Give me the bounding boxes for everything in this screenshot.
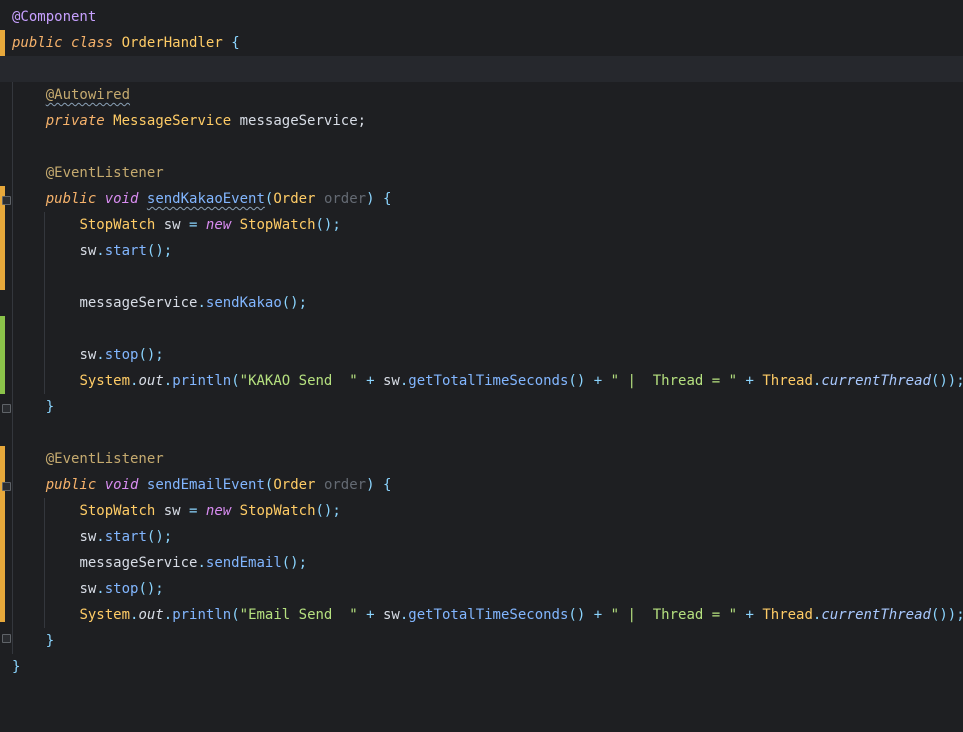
method-call: println — [172, 607, 232, 623]
keyword: void — [104, 477, 139, 493]
code-line[interactable]: @EventListener — [0, 160, 963, 186]
code-line[interactable]: @Component — [0, 4, 963, 30]
string-literal: "KAKAO Send " — [239, 373, 358, 389]
brace: } — [45, 633, 55, 649]
type-name: MessageService — [113, 113, 232, 129]
variable: sw — [79, 529, 97, 545]
annotation: @Component — [12, 9, 97, 25]
annotation: @EventListener — [45, 451, 164, 467]
method-name: sendEmailEvent — [146, 477, 265, 493]
parameter: order — [323, 191, 367, 207]
method-call: start — [104, 243, 147, 259]
method-call: getTotalTimeSeconds — [408, 607, 569, 623]
static-field: out — [138, 373, 164, 389]
code-line[interactable]: messageService.sendEmail(); — [0, 550, 963, 576]
brace: { — [231, 35, 240, 51]
type-name: StopWatch — [79, 503, 156, 519]
keyword: new — [205, 217, 232, 233]
variable: sw — [382, 607, 400, 623]
field-name: messageService — [79, 555, 198, 571]
keyword: public — [45, 191, 97, 207]
method-call: println — [172, 373, 232, 389]
method-call: start — [104, 529, 147, 545]
brace: } — [45, 399, 55, 415]
type-name: System — [79, 373, 131, 389]
parameter: order — [323, 477, 367, 493]
static-method-call: currentThread — [821, 373, 931, 389]
type-name: System — [79, 607, 131, 623]
method-call: getTotalTimeSeconds — [408, 373, 569, 389]
variable: sw — [163, 503, 181, 519]
code-line[interactable]: } — [0, 394, 963, 420]
code-line[interactable]: sw.start(); — [0, 524, 963, 550]
keyword: public — [45, 477, 97, 493]
code-line[interactable]: sw.stop(); — [0, 342, 963, 368]
string-literal: " | Thread = " — [610, 607, 738, 623]
keyword: void — [104, 191, 139, 207]
type-name: Order — [273, 477, 316, 493]
keyword: private — [45, 113, 105, 129]
code-line[interactable]: public class OrderHandler { — [0, 30, 963, 56]
type-name: Order — [273, 191, 316, 207]
brace: { — [382, 477, 392, 493]
code-line[interactable]: System.out.println("KAKAO Send " + sw.ge… — [0, 368, 963, 394]
keyword: public — [12, 35, 63, 51]
code-line[interactable]: public void sendEmailEvent(Order order) … — [0, 472, 963, 498]
annotation: @EventListener — [45, 165, 164, 181]
variable: sw — [79, 347, 97, 363]
code-editor[interactable]: @Component public class OrderHandler { @… — [0, 0, 963, 685]
code-line[interactable]: sw.start(); — [0, 238, 963, 264]
type-name: StopWatch — [79, 217, 156, 233]
code-line[interactable]: System.out.println("Email Send " + sw.ge… — [0, 602, 963, 628]
method-call: sendEmail — [205, 555, 282, 571]
static-method-call: currentThread — [821, 607, 931, 623]
variable: sw — [163, 217, 181, 233]
static-field: out — [138, 607, 164, 623]
brace: { — [382, 191, 392, 207]
type-name: Thread — [762, 607, 813, 623]
method-call: sendKakao — [205, 295, 282, 311]
variable: sw — [79, 581, 97, 597]
keyword: class — [71, 35, 114, 51]
code-line[interactable]: private MessageService messageService; — [0, 108, 963, 134]
field-name: messageService — [239, 113, 358, 129]
code-line[interactable]: StopWatch sw = new StopWatch(); — [0, 498, 963, 524]
brace: } — [12, 659, 21, 675]
variable: sw — [382, 373, 400, 389]
code-line[interactable]: StopWatch sw = new StopWatch(); — [0, 212, 963, 238]
semicolon: ; — [357, 113, 367, 129]
code-line[interactable]: public void sendKakaoEvent(Order order) … — [0, 186, 963, 212]
method-name: sendKakaoEvent — [146, 191, 265, 207]
string-literal: "Email Send " — [239, 607, 358, 623]
string-literal: " | Thread = " — [610, 373, 738, 389]
code-line[interactable]: @EventListener — [0, 446, 963, 472]
code-line[interactable]: } — [0, 628, 963, 654]
code-line[interactable]: messageService.sendKakao(); — [0, 290, 963, 316]
current-line[interactable] — [0, 56, 963, 82]
method-call: stop — [104, 347, 139, 363]
code-line[interactable]: } — [0, 654, 963, 680]
type-name: StopWatch — [239, 503, 316, 519]
code-line[interactable]: sw.stop(); — [0, 576, 963, 602]
variable: sw — [79, 243, 97, 259]
keyword: new — [205, 503, 232, 519]
annotation: @Autowired — [45, 87, 131, 103]
field-name: messageService — [79, 295, 198, 311]
code-line[interactable]: @Autowired — [0, 82, 963, 108]
type-name: StopWatch — [239, 217, 316, 233]
class-name: OrderHandler — [121, 35, 223, 51]
type-name: Thread — [762, 373, 813, 389]
method-call: stop — [104, 581, 139, 597]
